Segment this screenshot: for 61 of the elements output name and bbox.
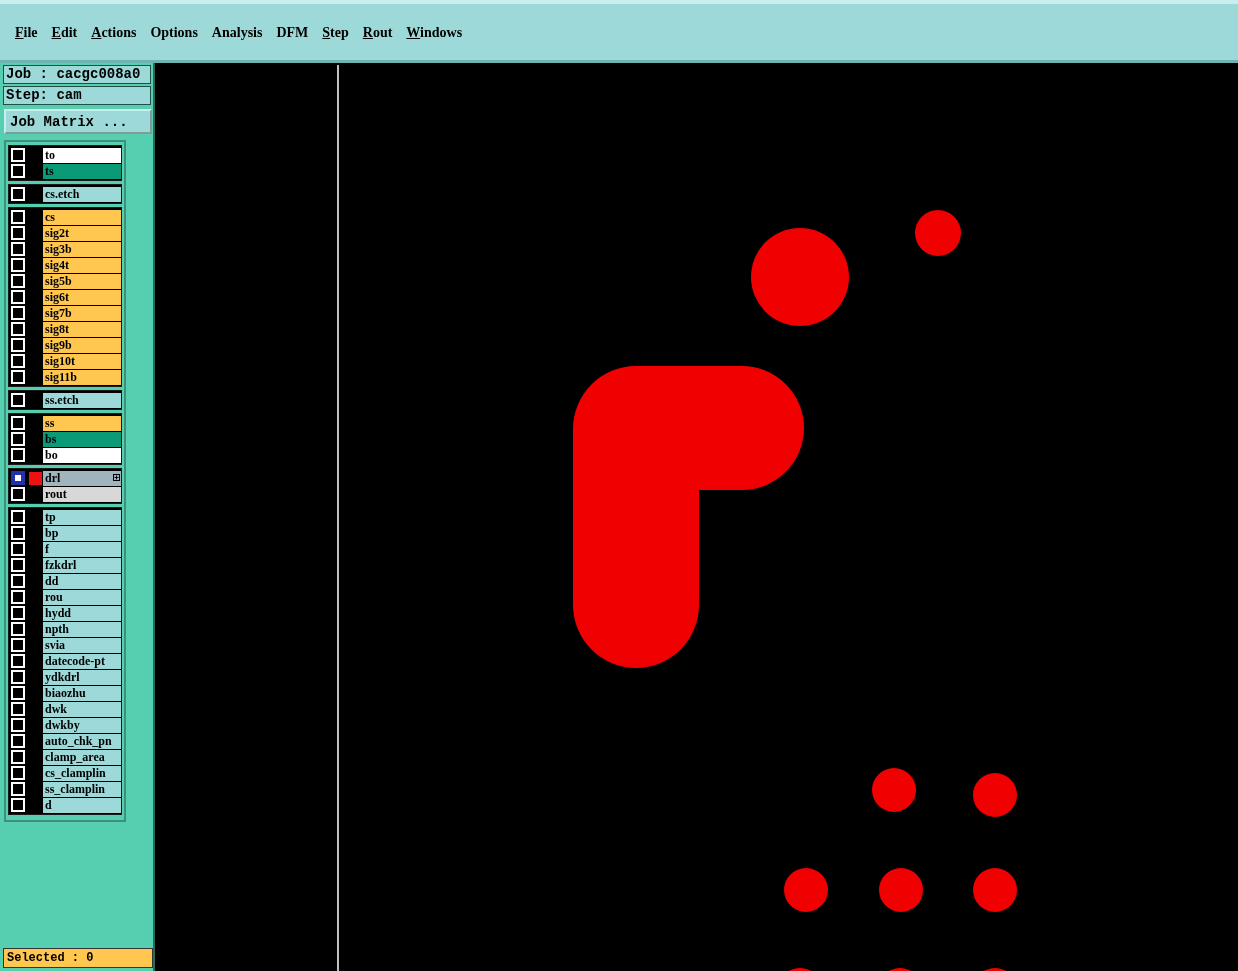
layer-name[interactable]: fzkdrl — [43, 557, 121, 573]
layer-name[interactable]: sig9b — [43, 337, 121, 353]
layer-name[interactable]: ts — [43, 163, 121, 179]
layer-name[interactable]: sig3b — [43, 241, 121, 257]
menu-item[interactable]: File — [8, 21, 45, 43]
menu-item[interactable]: Step — [315, 21, 356, 43]
layer-name[interactable]: npth — [43, 621, 121, 637]
pad — [973, 773, 1017, 817]
menu-item[interactable]: Analysis — [204, 21, 270, 43]
layer-name[interactable]: ss_clamplin — [43, 781, 121, 797]
menu-item[interactable]: Edit — [44, 21, 85, 43]
pad — [784, 868, 828, 912]
layer-name[interactable]: datecode-pt — [43, 653, 121, 669]
step-label: Step: cam — [3, 86, 151, 105]
layer-name[interactable]: cs — [43, 209, 121, 225]
layer-name[interactable]: sig8t — [43, 321, 121, 337]
layer-name[interactable]: cs.etch — [43, 186, 121, 202]
job-matrix-button[interactable]: Job Matrix ... — [4, 109, 152, 134]
pad — [915, 210, 961, 256]
menu-item[interactable]: Actions — [84, 21, 144, 43]
layer-name[interactable]: sig11b — [43, 369, 121, 385]
layer-name[interactable]: bp — [43, 525, 121, 541]
color-swatch — [29, 471, 42, 485]
layer-name[interactable]: dwkby — [43, 717, 121, 733]
layer-name[interactable]: rout — [43, 486, 121, 502]
layer-name[interactable]: sig6t — [43, 289, 121, 305]
pad — [872, 768, 916, 812]
layer-name[interactable]: ss — [43, 415, 121, 431]
selected-count: Selected : 0 — [3, 948, 153, 968]
layer-name[interactable]: dwk — [43, 701, 121, 717]
layer-name[interactable]: to — [43, 147, 121, 163]
menu-item[interactable]: Windows — [399, 21, 470, 43]
layer-name[interactable]: bs — [43, 431, 121, 447]
layer-name[interactable]: sig10t — [43, 353, 121, 369]
menu-item[interactable]: Rout — [355, 21, 400, 43]
layer-name[interactable]: cs_clamplin — [43, 765, 121, 781]
layer-checkbox[interactable] — [11, 471, 25, 485]
layer-name[interactable]: dd — [43, 573, 121, 589]
layer-name[interactable]: auto_chk_pn — [43, 733, 121, 749]
pad — [973, 868, 1017, 912]
layer-name[interactable]: ss.etch — [43, 392, 121, 408]
layer-name[interactable]: tp — [43, 509, 121, 525]
layer-name[interactable]: sig2t — [43, 225, 121, 241]
layer-name[interactable]: d — [43, 797, 121, 813]
expand-icon[interactable] — [113, 473, 120, 481]
menu-item[interactable]: DFM — [269, 21, 316, 43]
layer-name[interactable]: drl — [43, 470, 121, 486]
job-label: Job : cacgc008a0 — [3, 65, 151, 84]
layer-name[interactable]: clamp_area — [43, 749, 121, 765]
layer-name[interactable]: sig7b — [43, 305, 121, 321]
pad — [879, 868, 923, 912]
layer-name[interactable]: hydd — [43, 605, 121, 621]
layer-name[interactable]: biaozhu — [43, 685, 121, 701]
layer-name[interactable]: sig5b — [43, 273, 121, 289]
layer-name[interactable]: bo — [43, 447, 121, 463]
menu-item[interactable]: Options — [143, 21, 205, 43]
layer-name[interactable]: f — [43, 541, 121, 557]
layer-name[interactable]: ydkdrl — [43, 669, 121, 685]
layer-name[interactable]: sig4t — [43, 257, 121, 273]
layer-name[interactable]: rou — [43, 589, 121, 605]
layer-name[interactable]: svia — [43, 637, 121, 653]
